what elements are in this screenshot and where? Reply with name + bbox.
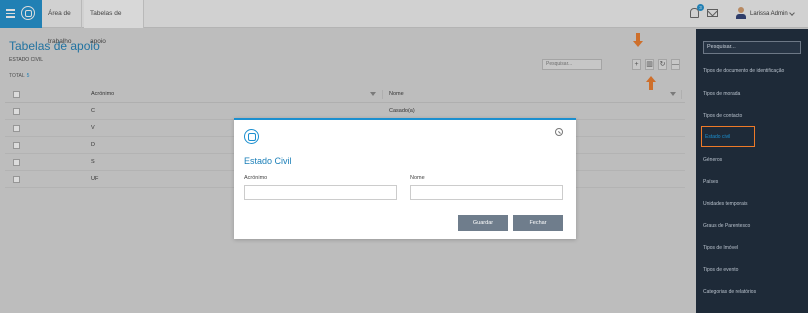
row-checkbox[interactable]: [13, 176, 20, 183]
cell-acronym: UF: [91, 176, 99, 182]
modal-title: Estado Civil: [244, 156, 292, 166]
filter-icon[interactable]: [370, 92, 376, 96]
columns-button[interactable]: ▥: [645, 59, 654, 70]
tab-area-de-trabalho[interactable]: Área de trabalho: [42, 0, 82, 45]
sidebar-item-paises[interactable]: Países: [703, 179, 718, 185]
column-header-acronym[interactable]: Acrónimo: [91, 86, 114, 103]
remove-button[interactable]: —: [671, 59, 680, 70]
estado-civil-modal: Estado Civil Acrónimo Nome Guardar Fecha…: [234, 118, 576, 239]
mail-icon[interactable]: [707, 9, 718, 17]
add-button[interactable]: +: [632, 59, 641, 70]
sidebar-item-tipos-documento[interactable]: Tipos de documento de identificação: [703, 68, 784, 74]
row-checkbox[interactable]: [13, 108, 20, 115]
cell-acronym: S: [91, 159, 95, 165]
column-separator: [681, 90, 682, 99]
app-logo-block[interactable]: [0, 0, 42, 28]
acronym-field[interactable]: [244, 185, 397, 200]
top-bar: Área de trabalho Tabelas de apoio 3 Lari…: [0, 0, 808, 45]
search-input[interactable]: Pesquisar...: [542, 59, 602, 70]
sidebar-item-unidades-temporais[interactable]: Unidades temporais: [703, 201, 747, 207]
tab-tabelas-de-apoio[interactable]: Tabelas de apoio: [84, 0, 144, 45]
entity-label: ESTADO CIVIL: [9, 57, 44, 63]
refresh-button[interactable]: ↻: [658, 59, 667, 70]
avatar[interactable]: [736, 7, 746, 19]
chevron-down-icon[interactable]: [789, 10, 795, 16]
close-icon[interactable]: [555, 128, 563, 136]
name-label: Nome: [410, 175, 425, 181]
menu-icon[interactable]: [6, 9, 15, 18]
name-field[interactable]: [410, 185, 563, 200]
table-header: Acrónimo Nome: [5, 86, 685, 103]
row-checkbox[interactable]: [13, 125, 20, 132]
row-checkbox[interactable]: [13, 142, 20, 149]
sidebar-item-tipos-evento[interactable]: Tipos de evento: [703, 267, 738, 273]
sidebar-item-graus-parentesco[interactable]: Graus de Parentesco: [703, 223, 750, 229]
cell-acronym: C: [91, 108, 95, 114]
close-button[interactable]: Fechar: [513, 215, 563, 231]
total-count: TOTAL 5: [9, 73, 29, 79]
total-label: TOTAL: [9, 73, 25, 79]
cell-acronym: D: [91, 142, 95, 148]
sidebar-item-categorias-relatorios[interactable]: Categorias de relatórios: [703, 289, 756, 295]
filter-icon[interactable]: [670, 92, 676, 96]
sidebar: Pesquisar... Tipos de documento de ident…: [696, 29, 808, 313]
notification-badge: 3: [697, 4, 704, 11]
acronym-label: Acrónimo: [244, 175, 268, 181]
app-logo-icon: [21, 6, 35, 20]
sidebar-item-tipos-imovel[interactable]: Tipos de Imóvel: [703, 245, 738, 251]
sidebar-item-tipos-morada[interactable]: Tipos de morada: [703, 91, 740, 97]
user-name[interactable]: Larissa Admin: [750, 0, 788, 28]
sidebar-search-input[interactable]: Pesquisar...: [703, 41, 801, 54]
arrow-down-icon: [633, 33, 643, 47]
save-button[interactable]: Guardar: [458, 215, 508, 231]
column-header-name[interactable]: Nome: [389, 86, 404, 103]
page-title: Tabelas de apoio: [9, 39, 100, 53]
sidebar-item-tipos-contacto[interactable]: Tipos de contacto: [703, 113, 742, 119]
column-separator: [382, 90, 383, 99]
cell-acronym: V: [91, 125, 95, 131]
sidebar-item-generos[interactable]: Géneros: [703, 157, 722, 163]
select-all-checkbox[interactable]: [13, 91, 20, 98]
total-value: 5: [26, 73, 30, 79]
row-checkbox[interactable]: [13, 159, 20, 166]
sidebar-item-label-estado-civil: Estado civil: [705, 134, 731, 140]
app-logo-icon: [244, 129, 259, 144]
